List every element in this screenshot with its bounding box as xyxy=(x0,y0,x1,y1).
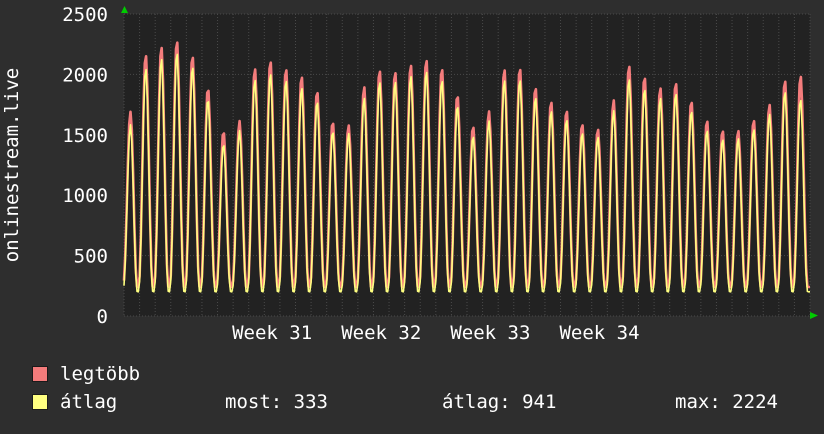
stat-now: most: 333 xyxy=(225,391,328,413)
x-tick-label: Week 32 xyxy=(341,322,421,344)
stat-avg-value: 941 xyxy=(522,391,557,413)
legend-swatch-max xyxy=(32,366,48,382)
y-tick-label: 2000 xyxy=(62,64,108,86)
x-tick-labels: Week 31 Week 32 Week 33 Week 34 xyxy=(232,322,639,344)
y-tick-label: 0 xyxy=(97,306,108,328)
y-tick-label: 1500 xyxy=(62,125,108,147)
y-tick-label: 2500 xyxy=(62,4,108,26)
x-tick-label: Week 31 xyxy=(232,322,312,344)
stat-max-value: 2224 xyxy=(732,391,778,413)
y-axis-label: onlinestream.live xyxy=(1,68,23,262)
stat-now-value: 333 xyxy=(293,391,328,413)
y-tick-labels: 0 500 1000 1500 2000 2500 xyxy=(62,4,108,328)
stat-max-label: max: xyxy=(675,391,721,413)
x-axis-arrow xyxy=(810,312,818,319)
legend-label-avg: átlag xyxy=(60,391,118,413)
y-axis-arrow xyxy=(121,6,128,13)
stat-now-label: most: xyxy=(225,391,283,413)
x-tick-label: Week 33 xyxy=(450,322,530,344)
stat-avg-label: átlag: xyxy=(442,391,511,413)
y-tick-label: 1000 xyxy=(62,185,108,207)
stat-avg: átlag: 941 xyxy=(442,391,556,413)
legend-row-avg: átlag most: 333 átlag: 941 max: 2224 xyxy=(32,391,812,413)
y-tick-label: 500 xyxy=(74,246,108,268)
legend-label-max: legtöbb xyxy=(60,363,141,385)
chart-container: 0 500 1000 1500 2000 2500 Week 31 Week 32 Week … xyxy=(0,0,824,430)
stat-max: max: 2224 xyxy=(675,391,778,413)
legend-swatch-avg xyxy=(32,394,48,410)
x-tick-label: Week 34 xyxy=(559,322,639,344)
